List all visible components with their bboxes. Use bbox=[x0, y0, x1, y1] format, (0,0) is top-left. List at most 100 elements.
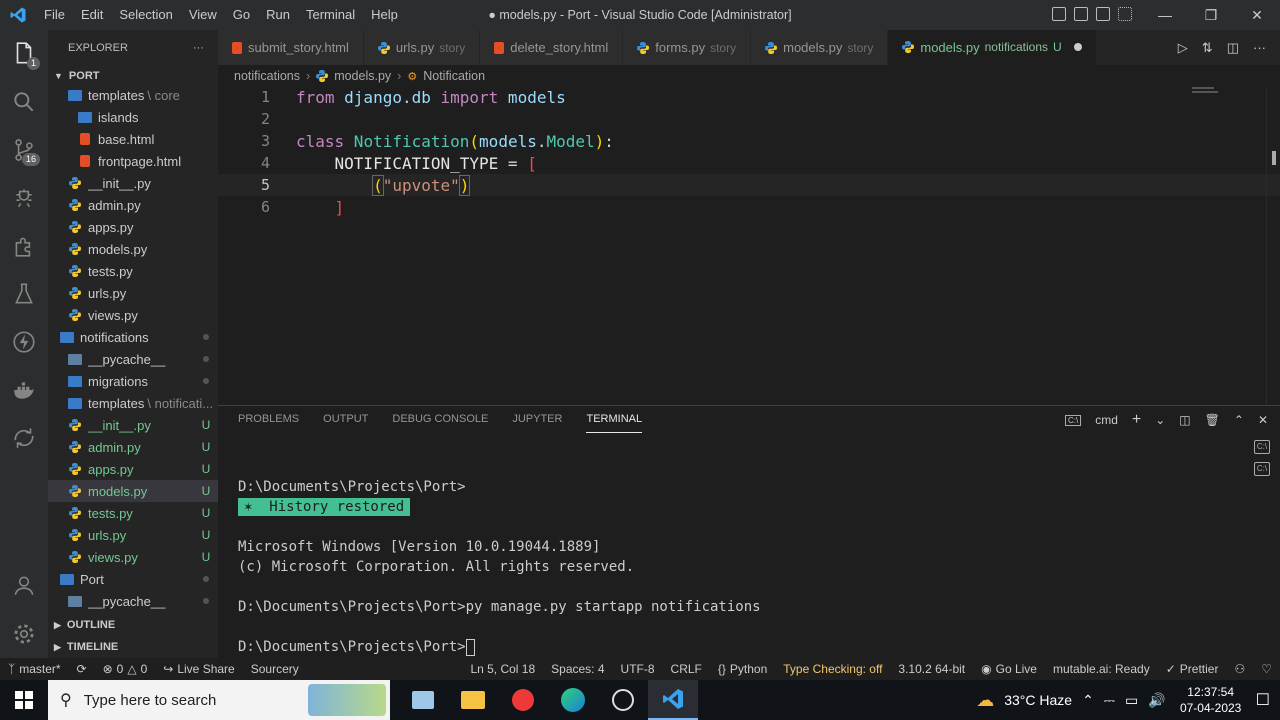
tab-debug-console[interactable]: DEBUG CONSOLE bbox=[392, 406, 488, 432]
chevron-down-icon[interactable]: ⌄ bbox=[1155, 413, 1165, 427]
editor-tab[interactable]: forms.py story bbox=[623, 30, 752, 65]
chevron-up-icon[interactable]: ⌃ bbox=[1082, 692, 1094, 709]
tree-item[interactable]: views.py bbox=[48, 304, 218, 326]
live-share-status[interactable]: ↪ Live Share bbox=[155, 662, 242, 676]
code-editor[interactable]: 1 from django.db import models 2 3 class… bbox=[218, 87, 1280, 405]
breadcrumb-symbol[interactable]: Notification bbox=[423, 69, 485, 83]
tab-jupyter[interactable]: JUPYTER bbox=[512, 406, 562, 432]
tree-item[interactable]: templates \ core bbox=[48, 84, 218, 106]
editor-scrollbar[interactable] bbox=[1266, 87, 1280, 405]
branch-status[interactable]: ᛉ master* bbox=[0, 662, 69, 676]
outline-section[interactable]: ▶ OUTLINE bbox=[48, 614, 218, 636]
tree-item[interactable]: templates \ notificati... bbox=[48, 392, 218, 414]
menu-file[interactable]: File bbox=[36, 0, 73, 30]
tree-item[interactable]: __pycache__ bbox=[48, 590, 218, 612]
toggle-sidebar-icon[interactable] bbox=[1052, 7, 1066, 21]
display-icon[interactable]: ▭ bbox=[1125, 692, 1138, 709]
new-terminal-icon[interactable]: + bbox=[1132, 411, 1141, 429]
settings-gear-icon[interactable] bbox=[0, 610, 48, 658]
minimize-icon[interactable]: — bbox=[1142, 0, 1188, 30]
menu-edit[interactable]: Edit bbox=[73, 0, 111, 30]
tree-item[interactable]: notifications bbox=[48, 326, 218, 348]
live-share-icon[interactable] bbox=[0, 414, 48, 462]
toggle-panel-icon[interactable] bbox=[1074, 7, 1088, 21]
tree-item[interactable]: __init__.py bbox=[48, 172, 218, 194]
tab-output[interactable]: OUTPUT bbox=[323, 406, 368, 432]
more-actions-icon[interactable]: ··· bbox=[193, 42, 204, 54]
vscode-app-icon[interactable] bbox=[648, 680, 698, 720]
breadcrumb-file[interactable]: models.py bbox=[334, 69, 391, 83]
maximize-panel-icon[interactable]: ⌃ bbox=[1234, 413, 1244, 427]
language-mode[interactable]: {} Python bbox=[710, 662, 775, 676]
tree-item[interactable]: urls.py bbox=[48, 282, 218, 304]
menu-go[interactable]: Go bbox=[225, 0, 258, 30]
split-terminal-icon[interactable]: ◫ bbox=[1179, 413, 1190, 427]
close-icon[interactable]: ✕ bbox=[1234, 0, 1280, 30]
type-checking-status[interactable]: Type Checking: off bbox=[775, 662, 890, 676]
more-actions-icon[interactable]: ··· bbox=[1253, 40, 1266, 55]
tree-item[interactable]: models.py bbox=[48, 238, 218, 260]
tab-terminal[interactable]: TERMINAL bbox=[586, 406, 643, 433]
minimap[interactable] bbox=[1192, 87, 1218, 95]
terminal-shell-name[interactable]: cmd bbox=[1095, 413, 1118, 427]
toggle-secondary-sidebar-icon[interactable] bbox=[1096, 7, 1110, 21]
terminal-instance-icon[interactable]: C:\ bbox=[1254, 462, 1270, 476]
tree-item[interactable]: views.py U bbox=[48, 546, 218, 568]
search-icon[interactable] bbox=[0, 78, 48, 126]
weather-text[interactable]: 33°C Haze bbox=[1004, 692, 1072, 708]
extensions-icon[interactable] bbox=[0, 222, 48, 270]
terminal-output[interactable]: D:\Documents\Projects\Port> ✶ History re… bbox=[238, 477, 761, 657]
sync-status[interactable]: ⟳ bbox=[69, 662, 95, 676]
sourcery-status[interactable]: Sourcery bbox=[243, 662, 307, 676]
start-button[interactable] bbox=[0, 680, 48, 720]
menu-selection[interactable]: Selection bbox=[111, 0, 180, 30]
customize-layout-icon[interactable] bbox=[1118, 7, 1132, 21]
menu-help[interactable]: Help bbox=[363, 0, 406, 30]
vivaldi-app-icon[interactable] bbox=[498, 680, 548, 720]
kill-terminal-icon[interactable]: 🗑 bbox=[1205, 413, 1220, 427]
explorer-icon[interactable]: 1 bbox=[0, 30, 48, 78]
tree-item[interactable]: tests.py bbox=[48, 260, 218, 282]
go-live-button[interactable]: ◉ Go Live bbox=[973, 662, 1045, 676]
editor-tab[interactable]: models.py story bbox=[751, 30, 889, 65]
terminal-instance-icon[interactable]: C:\ bbox=[1254, 440, 1270, 454]
encoding[interactable]: UTF-8 bbox=[613, 662, 663, 676]
editor-tab[interactable]: urls.py story bbox=[363, 30, 481, 65]
tree-item[interactable]: tests.py U bbox=[48, 502, 218, 524]
tree-item[interactable]: base.html bbox=[48, 128, 218, 150]
run-debug-icon[interactable] bbox=[0, 174, 48, 222]
tree-item[interactable]: migrations bbox=[48, 370, 218, 392]
accounts-icon[interactable] bbox=[0, 562, 48, 610]
cursor-position[interactable]: Ln 5, Col 18 bbox=[462, 662, 543, 676]
notifications-status[interactable]: ♡ bbox=[1253, 662, 1280, 676]
indentation[interactable]: Spaces: 4 bbox=[543, 662, 612, 676]
tree-item[interactable]: apps.py bbox=[48, 216, 218, 238]
menu-run[interactable]: Run bbox=[258, 0, 298, 30]
edge-app-icon[interactable] bbox=[548, 680, 598, 720]
taskbar-search[interactable]: ⚲ Type here to search bbox=[48, 680, 390, 720]
editor-tab[interactable]: delete_story.html bbox=[480, 30, 624, 65]
restore-icon[interactable]: ❐ bbox=[1188, 0, 1234, 30]
vscode-logo-icon[interactable] bbox=[0, 0, 36, 30]
open-changes-icon[interactable]: ⇅ bbox=[1202, 40, 1213, 56]
unsaved-dot-icon[interactable] bbox=[1073, 43, 1082, 51]
accounts-status[interactable]: ⚇ bbox=[1226, 662, 1253, 676]
python-interpreter[interactable]: 3.10.2 64-bit bbox=[890, 662, 973, 676]
network-icon[interactable]: ⎓ bbox=[1104, 692, 1115, 709]
sourcery-icon[interactable] bbox=[0, 318, 48, 366]
notepad-app-icon[interactable] bbox=[398, 680, 448, 720]
tree-item[interactable]: __pycache__ bbox=[48, 348, 218, 370]
tree-item[interactable]: frontpage.html bbox=[48, 150, 218, 172]
end-of-line[interactable]: CRLF bbox=[663, 662, 710, 676]
tree-item[interactable]: islands bbox=[48, 106, 218, 128]
testing-icon[interactable] bbox=[0, 270, 48, 318]
file-explorer-app-icon[interactable] bbox=[448, 680, 498, 720]
run-python-file-icon[interactable]: ▷ bbox=[1178, 40, 1188, 56]
split-editor-icon[interactable]: ◫ bbox=[1227, 40, 1239, 56]
tree-item[interactable]: urls.py U bbox=[48, 524, 218, 546]
breadcrumb-folder[interactable]: notifications bbox=[234, 69, 300, 83]
menu-view[interactable]: View bbox=[181, 0, 225, 30]
tree-item[interactable]: Port bbox=[48, 568, 218, 590]
mutable-status[interactable]: mutable.ai: Ready bbox=[1045, 662, 1158, 676]
prettier-status[interactable]: ✓ Prettier bbox=[1158, 662, 1227, 676]
